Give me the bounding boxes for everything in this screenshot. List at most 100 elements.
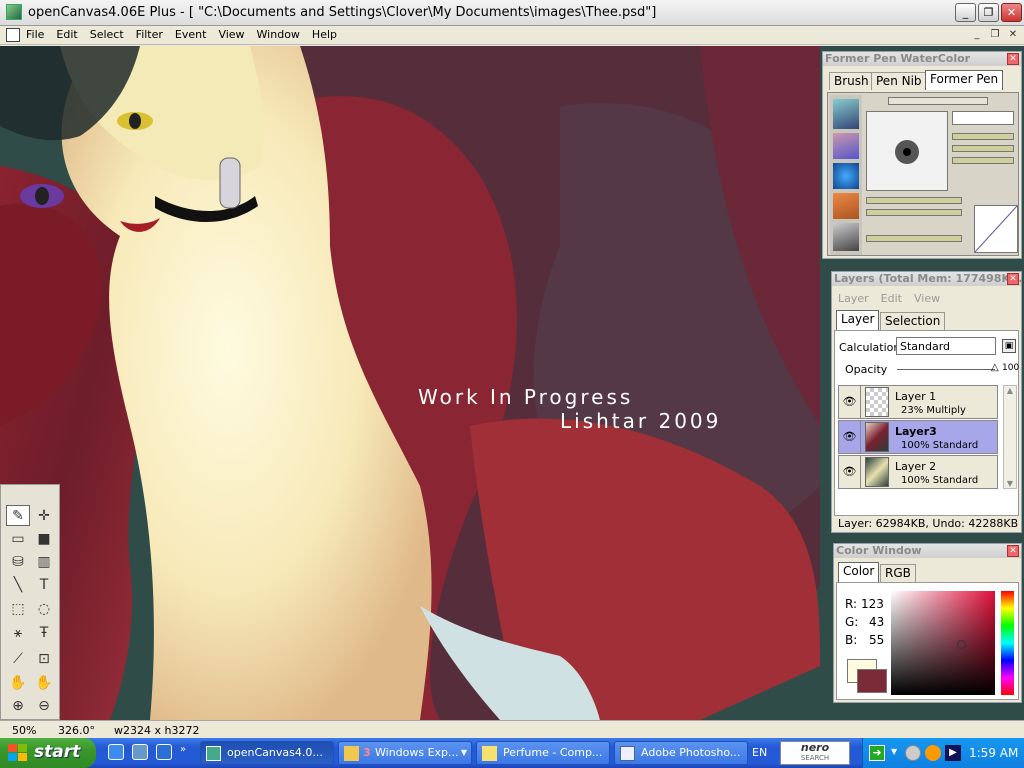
layers-menu-view[interactable]: View bbox=[914, 292, 940, 305]
go-arrow-icon[interactable]: ➜ bbox=[869, 745, 885, 761]
primary-color-swatch[interactable] bbox=[857, 669, 887, 693]
tab-selection[interactable]: Selection bbox=[880, 312, 946, 330]
text-tool-icon[interactable]: T bbox=[32, 574, 56, 595]
layers-scrollbar[interactable]: ▲ ▼ bbox=[1003, 385, 1017, 489]
restore-button[interactable]: ❐ bbox=[978, 3, 999, 22]
menu-filter[interactable]: Filter bbox=[136, 28, 169, 41]
bucket-tool-icon[interactable]: ⛁ bbox=[6, 551, 30, 572]
brush-panel-close-button[interactable]: ✕ bbox=[1007, 53, 1019, 65]
minimize-button[interactable]: _ bbox=[955, 3, 976, 22]
task-opencanvas[interactable]: openCanvas4.0... bbox=[200, 741, 334, 765]
eraser-icon[interactable] bbox=[833, 223, 859, 251]
pen-brush-icon[interactable] bbox=[833, 99, 859, 129]
menu-event[interactable]: Event bbox=[175, 28, 213, 41]
menu-help[interactable]: Help bbox=[312, 28, 343, 41]
layers-panel-close-button[interactable]: ✕ bbox=[1007, 273, 1019, 285]
scroll-up-icon[interactable]: ▲ bbox=[1004, 386, 1016, 395]
doc-minimize-button[interactable]: _ bbox=[970, 29, 984, 42]
nero-search-box[interactable]: nero SEARCH bbox=[780, 741, 850, 765]
zoom-out-icon[interactable]: ⊖ bbox=[32, 695, 56, 716]
layer1-visibility-eye-icon[interactable]: 👁 bbox=[839, 386, 861, 418]
tab-former-pen[interactable]: Former Pen bbox=[925, 70, 1004, 90]
layers-menu-edit[interactable]: Edit bbox=[881, 292, 902, 305]
doc-restore-button[interactable]: ❐ bbox=[988, 29, 1002, 42]
tab-color[interactable]: Color bbox=[838, 562, 880, 582]
layer-move-icon[interactable]: ▭ bbox=[6, 528, 30, 549]
pressure-curve[interactable] bbox=[974, 205, 1018, 253]
media-quicklaunch-icon[interactable] bbox=[132, 744, 148, 760]
taskbar: start » openCanvas4.0... 3 Windows Exp..… bbox=[0, 738, 1024, 768]
layer1-mode: 23% Multiply bbox=[901, 405, 966, 416]
menu-window[interactable]: Window bbox=[257, 28, 306, 41]
move-tool-icon[interactable]: ✛ bbox=[32, 505, 56, 526]
texture-slider[interactable] bbox=[866, 235, 962, 242]
task-windows-explorer[interactable]: 3 Windows Exp... ▼ bbox=[338, 741, 472, 765]
magic-wand-icon[interactable]: ⚹ bbox=[6, 622, 30, 643]
rect-select-icon[interactable]: ⬚ bbox=[6, 598, 30, 619]
airbrush-icon[interactable] bbox=[833, 133, 859, 159]
hue-slider[interactable] bbox=[1001, 591, 1014, 695]
fill-color-icon[interactable]: ■ bbox=[32, 528, 56, 549]
marker-icon[interactable] bbox=[833, 193, 859, 219]
task-photoshop[interactable]: Adobe Photosho... bbox=[614, 741, 748, 765]
tray-media-icon[interactable]: ▶ bbox=[945, 745, 961, 761]
crop-tool-icon[interactable]: ⊡ bbox=[32, 648, 56, 669]
calculation-select[interactable]: Standard bbox=[896, 337, 996, 355]
tray-app-icon[interactable] bbox=[905, 745, 921, 761]
menu-view[interactable]: View bbox=[218, 28, 250, 41]
color-picker-cursor[interactable] bbox=[957, 640, 966, 649]
menu-file[interactable]: File bbox=[26, 28, 50, 41]
task-perfume[interactable]: Perfume - Comp... bbox=[476, 741, 610, 765]
tray-update-icon[interactable] bbox=[925, 745, 941, 761]
brush-shape-selector[interactable] bbox=[952, 111, 1014, 125]
g-readout: G: 43 bbox=[845, 615, 889, 629]
zoom-in-icon[interactable]: ⊕ bbox=[6, 695, 30, 716]
lasso-select-icon[interactable]: ◌ bbox=[32, 598, 56, 619]
pen-tool-icon[interactable]: ✎ bbox=[6, 505, 30, 526]
color-picker-square[interactable] bbox=[891, 591, 995, 695]
brush-size-slider[interactable] bbox=[888, 97, 988, 105]
opacity-slider-handle[interactable]: △ bbox=[991, 362, 999, 373]
doc-close-button[interactable]: ✕ bbox=[1006, 29, 1020, 42]
group-dropdown-icon[interactable]: ▼ bbox=[461, 742, 467, 764]
language-indicator[interactable]: EN bbox=[752, 746, 767, 759]
app-icon[interactable] bbox=[6, 4, 22, 20]
ie-quicklaunch-icon[interactable] bbox=[108, 744, 124, 760]
start-button[interactable]: start bbox=[0, 738, 96, 768]
rotate-hand-icon[interactable]: ✋ bbox=[32, 672, 56, 693]
hand-tool-icon[interactable]: ✋ bbox=[6, 672, 30, 693]
blend-slider[interactable] bbox=[952, 145, 1014, 152]
ie2-quicklaunch-icon[interactable] bbox=[156, 744, 172, 760]
text-select-icon[interactable]: Ŧ bbox=[32, 622, 56, 643]
layer-row-layer1[interactable]: 👁 Layer 1 23% Multiply bbox=[838, 385, 998, 419]
min-size-slider[interactable] bbox=[866, 197, 962, 204]
tab-pen-nib[interactable]: Pen Nib bbox=[871, 72, 927, 90]
eyedropper-icon[interactable]: ⟋ bbox=[6, 648, 30, 669]
layers-panel-title: Layers (Total Mem: 177498K... bbox=[832, 272, 1021, 286]
density-slider[interactable] bbox=[952, 133, 1014, 140]
line-tool-icon[interactable]: ╲ bbox=[6, 574, 30, 595]
color-panel-close-button[interactable]: ✕ bbox=[1007, 545, 1019, 557]
lock-icon[interactable]: ▣ bbox=[1002, 339, 1016, 353]
menu-edit[interactable]: Edit bbox=[56, 28, 83, 41]
document-icon[interactable] bbox=[6, 28, 20, 42]
scroll-down-icon[interactable]: ▼ bbox=[1004, 479, 1016, 488]
layer3-visibility-eye-icon[interactable]: 👁 bbox=[839, 421, 861, 453]
tab-rgb[interactable]: RGB bbox=[880, 564, 916, 582]
layer-row-layer2[interactable]: 👁 Layer 2 100% Standard bbox=[838, 455, 998, 489]
close-button[interactable]: ✕ bbox=[1001, 3, 1022, 22]
tab-brush[interactable]: Brush bbox=[829, 72, 874, 90]
tray-expand-icon[interactable]: ▼ bbox=[891, 747, 897, 756]
min-density-slider[interactable] bbox=[866, 209, 962, 216]
layer-row-layer3[interactable]: 👁 Layer3 100% Standard bbox=[838, 420, 998, 454]
opacity-slider[interactable] bbox=[897, 369, 995, 370]
gradient-tool-icon[interactable]: ▥ bbox=[32, 551, 56, 572]
toolbox: ✎ ✛ ▭ ■ ⛁ ▥ ╲ T ⬚ ◌ ⚹ Ŧ ⟋ ⊡ ✋ ✋ ⊕ ⊖ bbox=[0, 484, 60, 720]
dilution-slider[interactable] bbox=[952, 157, 1014, 164]
menu-select[interactable]: Select bbox=[90, 28, 130, 41]
layers-menu-layer[interactable]: Layer bbox=[838, 292, 869, 305]
watercolor-icon[interactable] bbox=[833, 163, 859, 189]
quicklaunch-expand-icon[interactable]: » bbox=[180, 744, 186, 755]
tab-layer[interactable]: Layer bbox=[836, 310, 880, 330]
layer2-visibility-eye-icon[interactable]: 👁 bbox=[839, 456, 861, 488]
